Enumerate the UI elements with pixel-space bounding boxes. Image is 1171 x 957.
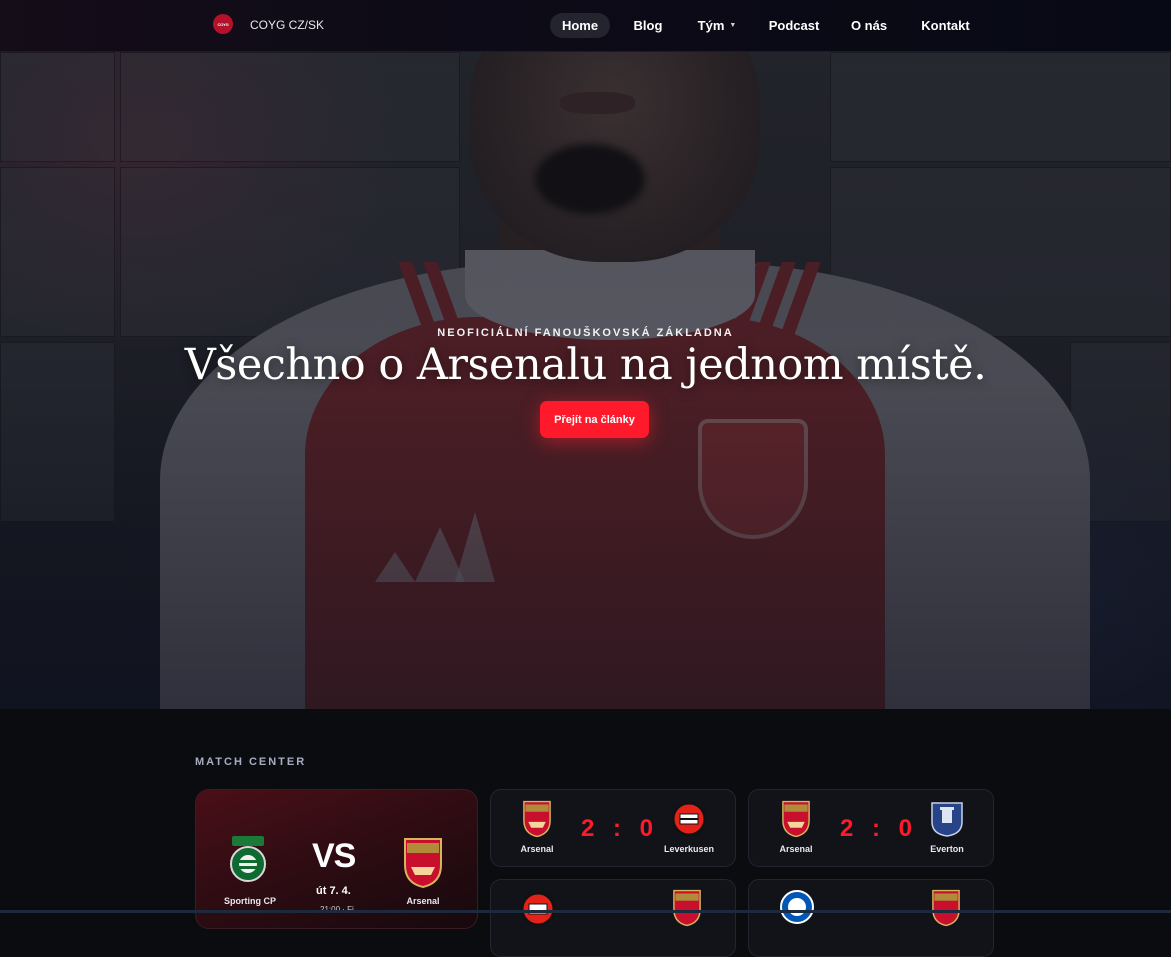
next-away-team: Arsenal [406,896,440,906]
next-home-team: Sporting CP [224,896,276,906]
brighton-crest-icon [780,890,814,924]
nav-item-blog[interactable]: Blog [628,13,668,38]
nav-item-podcast[interactable]: Podcast [763,13,825,38]
nav-item-label: Home [561,18,599,33]
next-match-date: út 7. 4. [316,885,351,897]
nav-item-label: Blog [633,18,663,33]
nav-item-label: O nás [850,18,888,33]
nav-item-label: Tým [697,18,725,33]
result-away-team: Everton [930,844,964,854]
nav-item-home[interactable]: Home [550,13,610,38]
nav-item-label: Kontakt [921,18,970,33]
nav-item-about[interactable]: O nás [845,13,893,38]
versus-label: VS [312,837,356,875]
site-logo[interactable]: COYG [213,14,233,34]
nav-item-contact[interactable]: Kontakt [918,13,973,38]
leverkusen-crest-icon [671,801,707,837]
go-to-articles-button[interactable]: Přejít na články [540,401,649,438]
everton-crest-icon [931,802,963,837]
arsenal-crest-icon [782,800,810,838]
logo-text: COYG [217,21,229,27]
top-navbar: COYG COYG CZ/SK Home Blog Tým ▼ Podcast O… [0,0,1171,52]
arsenal-crest-icon [673,889,701,927]
hero-headline: Všechno o Arsenalu na jednom místě. [184,340,987,390]
arsenal-crest-icon [404,838,442,889]
result-home-team: Arsenal [520,844,554,854]
chevron-down-icon: ▼ [729,22,737,29]
result-score: 2 : 0 [581,815,660,842]
result-home-team: Arsenal [779,844,813,854]
leverkusen-crest-icon [520,891,556,927]
hero-tagline: NEOFICIÁLNÍ FANOUŠKOVSKÁ ZÁKLADNA [437,327,734,339]
hero-section: NEOFICIÁLNÍ FANOUŠKOVSKÁ ZÁKLADNA Všechn… [0,52,1171,709]
result-away-team: Leverkusen [663,844,715,854]
nav-item-team[interactable]: Tým ▼ [692,13,742,38]
result-score: 2 : 0 [840,815,919,842]
match-center-title: MATCH CENTER [195,756,307,768]
arsenal-crest-icon [932,889,960,927]
nav-item-label: Podcast [768,18,820,33]
arsenal-crest-icon [523,800,551,838]
sporting-crest-icon [230,836,266,882]
brand-name[interactable]: COYG CZ/SK [250,18,324,32]
